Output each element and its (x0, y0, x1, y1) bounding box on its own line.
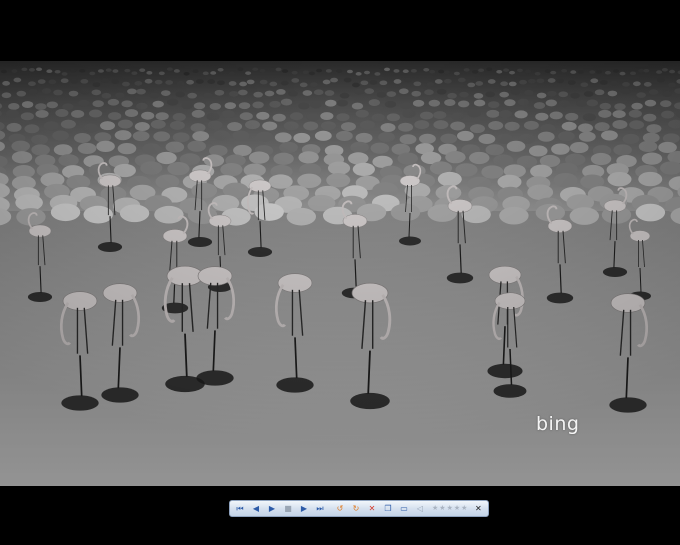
skip-back-icon: ⏮ (236, 503, 244, 513)
rating-stars[interactable]: ★ ★ ★ ★ ★ (432, 505, 467, 512)
previous-icon: ◀ (252, 503, 260, 513)
first-image-button[interactable]: ⏮ (233, 502, 247, 515)
stop-button[interactable]: ■ (281, 502, 295, 515)
delete-button[interactable]: ✕ (365, 502, 379, 515)
next-image-button[interactable]: ▶ (297, 502, 311, 515)
copy-icon: ❐ (384, 503, 392, 513)
fullscreen-image-viewer: bing ⏮ ◀ ▶ ■ ▶ ⏭ ↺ ↻ ✕ ❐ ▭ ◁ ★ ★ ★ ★ ★ ✕ (0, 0, 680, 545)
star-icon[interactable]: ★ (461, 505, 467, 512)
viewer-toolbar: ⏮ ◀ ▶ ■ ▶ ⏭ ↺ ↻ ✕ ❐ ▭ ◁ ★ ★ ★ ★ ★ ✕ (229, 500, 489, 517)
play-icon: ▶ (268, 503, 276, 513)
sound-button[interactable]: ◁ (413, 502, 427, 515)
play-slideshow-button[interactable]: ▶ (265, 502, 279, 515)
star-icon[interactable]: ★ (439, 505, 445, 512)
close-viewer-button[interactable]: ✕ (471, 502, 485, 515)
rotate-left-button[interactable]: ↺ (333, 502, 347, 515)
rotate-left-icon: ↺ (336, 503, 344, 513)
star-icon[interactable]: ★ (454, 505, 460, 512)
copy-button[interactable]: ❐ (381, 502, 395, 515)
star-icon[interactable]: ★ (432, 505, 438, 512)
stop-icon: ■ (284, 503, 292, 513)
window-icon: ▭ (400, 503, 408, 513)
window-mode-button[interactable]: ▭ (397, 502, 411, 515)
close-icon: ✕ (475, 503, 482, 513)
rotate-right-button[interactable]: ↻ (349, 502, 363, 515)
previous-image-button[interactable]: ◀ (249, 502, 263, 515)
rotate-right-icon: ↻ (352, 503, 360, 513)
skip-forward-icon: ⏭ (316, 503, 324, 513)
next-icon: ▶ (300, 503, 308, 513)
delete-icon: ✕ (368, 503, 376, 513)
speaker-icon: ◁ (416, 503, 424, 513)
flamingo-photo: bing (0, 61, 680, 486)
last-image-button[interactable]: ⏭ (313, 502, 327, 515)
bing-watermark: bing (536, 413, 580, 435)
star-icon[interactable]: ★ (447, 505, 453, 512)
